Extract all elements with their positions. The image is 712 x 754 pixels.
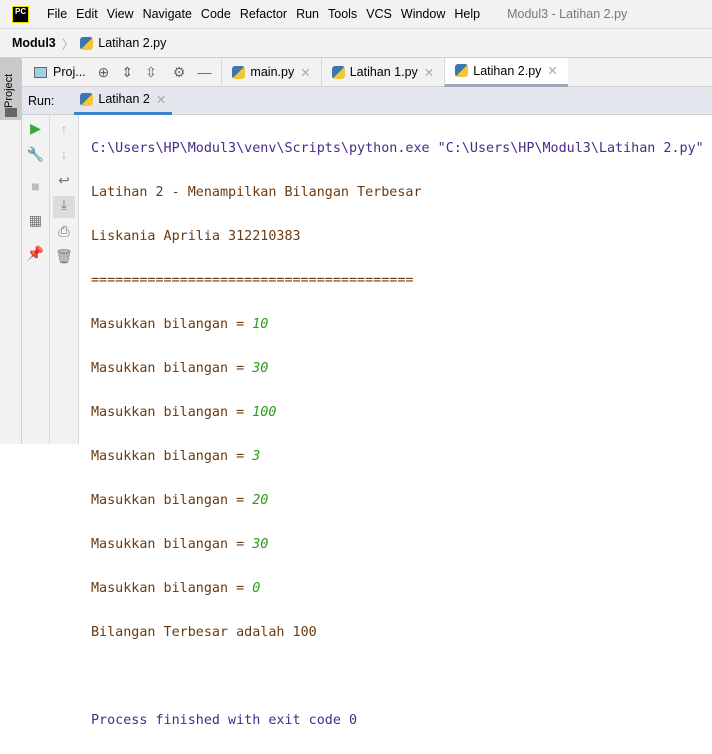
menu-edit[interactable]: Edit [76,7,98,21]
arrow-down-icon[interactable]: ↓ [50,146,78,162]
menu-help[interactable]: Help [454,7,480,21]
console-toolbar: ↑ ↓ ↩ ⤓ ⎙ 🗑 [50,115,79,444]
soft-wrap-icon[interactable]: ↩ [50,172,78,189]
tab-main-py[interactable]: main.py ✕ [221,57,320,87]
gear-icon[interactable]: ⚙ [173,64,186,81]
menu-vcs[interactable]: VCS [366,7,392,21]
python-file-icon [232,65,246,79]
chevron-right-icon: 〉 [61,37,75,52]
python-icon [80,92,94,106]
menu-tools[interactable]: Tools [328,7,357,21]
close-icon[interactable]: ✕ [547,63,557,78]
user-input: 30 [252,361,269,376]
tab-label: Latihan 2.py [473,63,542,78]
prompt: Masukkan bilangan = [91,537,253,552]
tab-label: Latihan 1.py [349,65,418,79]
arrow-up-icon[interactable]: ↑ [50,121,78,137]
prompt: Masukkan bilangan = [91,581,253,596]
run-tab-label: Latihan 2 [98,92,150,106]
console-line: ======================================== [91,273,414,288]
project-tab-label: Project [3,73,15,108]
tool-window-header: Proj... ⊕ ⇕ ⇳ ⚙ — main.py ✕ Latihan 1.py ✕… [22,57,712,87]
close-icon[interactable]: ✕ [156,92,166,107]
console-input-line: Masukkan bilangan = 0 [91,578,704,600]
close-icon[interactable]: ✕ [424,65,434,80]
left-tool-strip: Project [0,58,22,444]
breadcrumb-file[interactable]: Latihan 2.py [98,36,166,50]
menu-refactor[interactable]: Refactor [240,7,287,21]
console-input-line: Masukkan bilangan = 30 [91,358,704,380]
menu-navigate[interactable]: Navigate [143,7,192,21]
python-file-icon [455,64,469,77]
user-input: 20 [252,493,269,508]
tab-latihan-2-py[interactable]: Latihan 2.py ✕ [444,57,568,87]
project-view-selector[interactable]: Proj... [53,65,86,79]
run-label: Run: [28,93,55,108]
close-icon[interactable]: ✕ [300,65,310,80]
print-icon[interactable]: ⎙ [50,223,78,240]
trash-icon[interactable]: 🗑 [50,248,78,265]
prompt: Masukkan bilangan = [91,361,253,376]
console-input-line: Masukkan bilangan = 100 [91,402,704,424]
menu-view[interactable]: View [107,7,134,21]
stop-icon[interactable]: ■ [22,178,49,194]
folder-icon [5,108,17,117]
minimize-icon[interactable]: — [197,64,211,80]
user-input: 0 [252,581,261,596]
menu-file[interactable]: File [47,7,67,21]
run-tool-header: Run: Latihan 2 ✕ [22,87,712,115]
menu-bar: PC File Edit View Navigate Code Refactor… [0,0,712,29]
pycharm-logo-icon: PC [12,5,29,23]
breadcrumb: Modul3 〉 Latihan 2.py [0,29,712,58]
console-exit-message: Process finished with exit code 0 [91,713,358,728]
window-title: Modul3 - Latihan 2.py [507,7,628,21]
console-input-line: Masukkan bilangan = 3 [91,446,704,468]
console-line: Liskania Aprilia 312210383 [91,229,301,244]
menu-code[interactable]: Code [201,7,231,21]
breadcrumb-project[interactable]: Modul3 [12,36,56,50]
menu-window[interactable]: Window [401,7,445,21]
console-input-line: Masukkan bilangan = 10 [91,314,704,336]
rerun-icon[interactable]: ▶ [22,120,49,137]
console-line: Latihan 2 - Menampilkan Bilangan Terbesa… [91,185,422,200]
prompt: Masukkan bilangan = [91,493,253,508]
tab-label: main.py [250,65,295,79]
console-input-line: Masukkan bilangan = 30 [91,534,704,556]
user-input: 3 [252,449,261,464]
pin-icon[interactable]: 📌 [22,245,49,262]
collapse-all-icon[interactable]: ⇳ [145,64,157,81]
console-output[interactable]: C:\Users\HP\Modul3\venv\Scripts\python.e… [91,116,704,754]
prompt: Masukkan bilangan = [91,449,253,464]
project-view-icon [34,66,47,78]
console-result: Bilangan Terbesar adalah 100 [91,625,317,640]
console-command: C:\Users\HP\Modul3\venv\Scripts\python.e… [91,141,704,156]
user-input: 100 [252,405,277,420]
locate-icon[interactable]: ⊕ [98,64,110,81]
python-file-icon [80,36,94,50]
prompt: Masukkan bilangan = [91,405,253,420]
run-tab-latihan-2[interactable]: Latihan 2 ✕ [74,87,173,115]
expand-all-icon[interactable]: ⇕ [121,64,133,81]
python-file-icon [331,65,345,79]
console-input-line: Masukkan bilangan = 20 [91,490,704,512]
menu-run[interactable]: Run [296,7,319,21]
wrench-icon[interactable]: 🔧 [22,146,49,163]
prompt: Masukkan bilangan = [91,317,253,332]
run-toolbar: ▶ 🔧 ■ ▦ 📌 [22,115,50,444]
layout-icon[interactable]: ▦ [22,212,49,229]
tab-latihan-1-py[interactable]: Latihan 1.py ✕ [320,57,445,87]
scroll-to-end-icon[interactable]: ⤓ [53,196,75,218]
user-input: 10 [252,317,269,332]
user-input: 30 [252,537,269,552]
